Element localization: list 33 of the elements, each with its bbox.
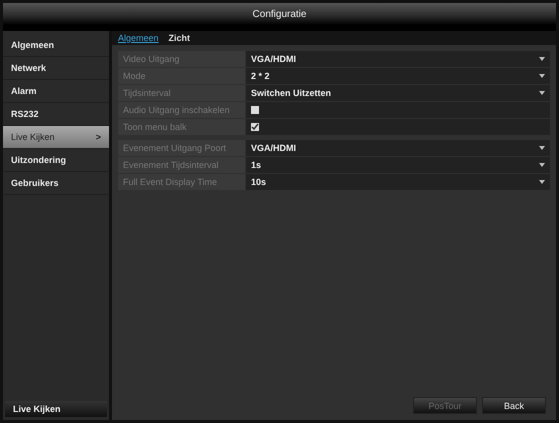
setting-label: Full Event Display Time: [118, 174, 245, 190]
setting-label: Mode: [118, 68, 245, 84]
caret-icon: [539, 57, 545, 61]
dropdown[interactable]: VGA/HDMI: [246, 51, 550, 67]
sidebar-item[interactable]: Algemeen: [3, 34, 109, 57]
window-title: Configuratie: [252, 8, 306, 20]
setting-label: Video Uitgang: [118, 51, 245, 67]
setting-label: Evenement Tijdsinterval: [118, 157, 245, 173]
caret-icon: [539, 146, 545, 150]
dropdown[interactable]: 1s: [246, 157, 550, 173]
setting-label: Tijdsinterval: [118, 85, 245, 101]
sidebar-item[interactable]: Uitzondering: [3, 149, 109, 172]
sidebar-item[interactable]: Netwerk: [3, 57, 109, 80]
caret-icon: [539, 91, 545, 95]
sidebar-footer: Live Kijken: [5, 401, 107, 417]
sidebar-item[interactable]: Live Kijken >: [3, 126, 109, 149]
setting-label: Audio Uitgang inschakelen: [118, 102, 245, 118]
tab[interactable]: Zicht: [168, 33, 190, 43]
sidebar-item[interactable]: Alarm: [3, 80, 109, 103]
checkbox[interactable]: [251, 106, 259, 114]
caret-icon: [539, 180, 545, 184]
caret-icon: [539, 163, 545, 167]
action-button[interactable]: Back: [482, 397, 546, 414]
setting-label: Evenement Uitgang Poort: [118, 140, 245, 156]
dropdown[interactable]: 2 * 2: [246, 68, 550, 84]
tab[interactable]: Algemeen: [118, 33, 159, 43]
dropdown[interactable]: 10s: [246, 174, 550, 190]
sidebar-item[interactable]: Gebruikers: [3, 172, 109, 195]
setting-label: Toon menu balk: [118, 119, 245, 135]
caret-icon: [539, 74, 545, 78]
dropdown[interactable]: VGA/HDMI: [246, 140, 550, 156]
checkbox[interactable]: [251, 123, 259, 131]
dropdown[interactable]: Switchen Uitzetten: [246, 85, 550, 101]
